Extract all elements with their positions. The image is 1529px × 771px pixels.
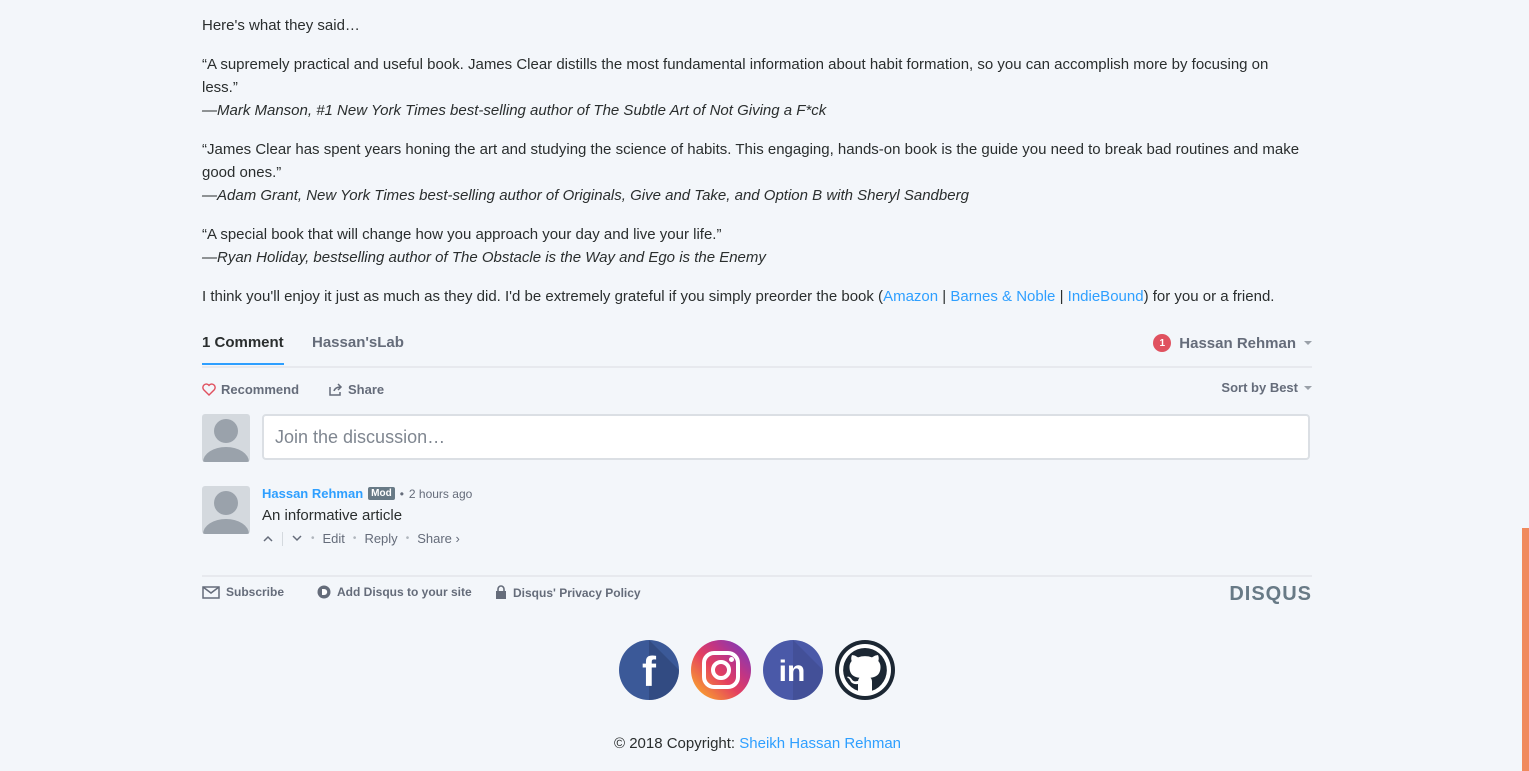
avatar <box>202 414 250 462</box>
quote-attribution: —Ryan Holiday, bestselling author of The… <box>202 249 766 266</box>
reply-link[interactable]: Reply <box>364 531 397 546</box>
disqus-footer: Subscribe Add Disqus to your site Disqus… <box>202 575 1312 617</box>
comment-time[interactable]: 2 hours ago <box>409 487 472 501</box>
comment-input[interactable]: Join the discussion… <box>262 414 1310 460</box>
add-disqus-link[interactable]: Add Disqus to your site <box>317 585 472 599</box>
tab-comments[interactable]: 1 Comment <box>202 334 284 365</box>
privacy-label: Disqus' Privacy Policy <box>513 585 641 600</box>
closing-text: I think you'll enjoy it just as much as … <box>202 288 884 305</box>
amazon-link[interactable]: Amazon <box>883 288 938 305</box>
copyright: © 2018 Copyright: Sheikh Hassan Rehman <box>0 735 1515 752</box>
thread-actions: Recommend Share Sort by Best <box>202 368 1312 410</box>
heart-icon <box>202 383 216 396</box>
share-label: Share <box>348 382 385 397</box>
quote-block: “A supremely practical and useful book. … <box>202 53 1302 122</box>
separator-dot: • <box>352 533 357 544</box>
link-separator: | <box>1059 288 1064 305</box>
copyright-text: © 2018 Copyright: <box>613 735 740 752</box>
disqus-thread: 1 Comment Hassan'sLab 1 Hassan Rehman Re… <box>202 330 1312 605</box>
sort-dropdown[interactable]: Sort by Best <box>1221 380 1312 395</box>
notification-badge[interactable]: 1 <box>1153 334 1172 352</box>
comment-text: An informative article <box>262 507 403 524</box>
recommend-button[interactable]: Recommend <box>202 382 299 397</box>
social-links: f in <box>619 640 895 700</box>
facebook-glyph: f <box>642 648 657 695</box>
quote-attribution: —Adam Grant, New York Times best-selling… <box>202 187 969 204</box>
privacy-policy-link[interactable]: Disqus' Privacy Policy <box>495 585 641 600</box>
add-disqus-label: Add Disqus to your site <box>337 585 472 599</box>
quote-attribution: —Mark Manson, #1 New York Times best-sel… <box>202 102 827 119</box>
facebook-icon[interactable]: f <box>619 640 679 700</box>
downvote-icon[interactable] <box>291 533 303 545</box>
share-icon <box>329 383 343 396</box>
disqus-nav: 1 Comment Hassan'sLab 1 Hassan Rehman <box>202 330 1312 368</box>
closing-text-end: ) for you or a friend. <box>1143 288 1275 305</box>
subscribe-link[interactable]: Subscribe <box>202 585 284 599</box>
quote-text: “A special book that will change how you… <box>202 226 722 243</box>
comment-placeholder: Join the discussion… <box>275 427 446 447</box>
user-menu[interactable]: 1 Hassan Rehman <box>1153 334 1312 352</box>
linkedin-icon[interactable]: in <box>763 640 823 700</box>
separator-dot: • <box>311 533 315 544</box>
sort-label: Sort by Best <box>1221 380 1298 395</box>
mod-badge: Mod <box>368 487 395 500</box>
disqus-logo[interactable]: DISQUS <box>1229 583 1312 606</box>
comment-share-link[interactable]: Share › <box>417 531 460 546</box>
quote-block: “A special book that will change how you… <box>202 223 766 269</box>
bullet: • <box>399 486 404 501</box>
quote-text: “James Clear has spent years honing the … <box>202 141 1300 181</box>
comment-header: Hassan Rehman Mod • 2 hours ago <box>262 486 472 501</box>
linkedin-glyph: in <box>779 655 806 688</box>
comment-author[interactable]: Hassan Rehman <box>262 486 363 501</box>
separator-dot: • <box>405 533 410 544</box>
closing-paragraph: I think you'll enjoy it just as much as … <box>202 285 1274 308</box>
share-button[interactable]: Share <box>329 382 384 397</box>
link-separator: | <box>942 288 947 305</box>
quote-block: “James Clear has spent years honing the … <box>202 138 1307 207</box>
scrollbar-thumb[interactable] <box>1522 528 1529 771</box>
envelope-icon <box>202 585 220 599</box>
disqus-d-icon <box>317 585 331 599</box>
indiebound-link[interactable]: IndieBound <box>1068 288 1144 305</box>
avatar[interactable] <box>202 486 250 534</box>
comment-footer: • Edit • Reply • Share › <box>262 531 460 546</box>
github-icon[interactable] <box>835 640 895 700</box>
chevron-down-icon <box>1304 385 1312 390</box>
chevron-down-icon <box>1304 341 1312 345</box>
quote-text: “A supremely practical and useful book. … <box>202 56 1269 96</box>
tab-community[interactable]: Hassan'sLab <box>312 334 404 351</box>
intro-text: Here's what they said… <box>202 17 360 34</box>
recommend-label: Recommend <box>221 382 300 397</box>
barnes-noble-link[interactable]: Barnes & Noble <box>950 288 1055 305</box>
lock-icon <box>496 585 506 599</box>
user-name[interactable]: Hassan Rehman <box>1179 335 1296 352</box>
owner-link[interactable]: Sheikh Hassan Rehman <box>739 735 901 752</box>
subscribe-label: Subscribe <box>226 585 285 599</box>
vote-divider <box>282 531 283 546</box>
edit-link[interactable]: Edit <box>323 531 345 546</box>
instagram-icon[interactable] <box>691 640 751 700</box>
upvote-icon[interactable] <box>262 533 274 545</box>
